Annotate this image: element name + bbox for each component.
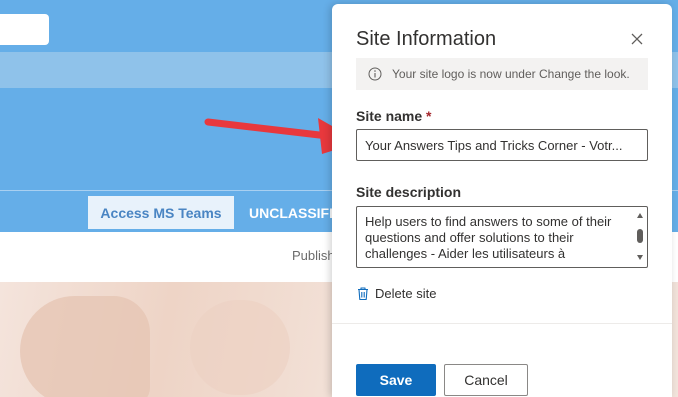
save-button[interactable]: Save [356, 364, 436, 396]
site-name-label: Site name * [356, 108, 431, 124]
scroll-down-icon[interactable] [637, 255, 643, 260]
delete-site-button[interactable]: Delete site [356, 286, 436, 301]
site-description-textarea[interactable]: Help users to find answers to some of th… [356, 206, 648, 268]
scroll-thumb[interactable] [637, 229, 643, 243]
site-description-text: Help users to find answers to some of th… [365, 214, 612, 261]
hero-image-detail [20, 296, 150, 397]
site-name-label-text: Site name [356, 108, 423, 124]
panel-title: Site Information [356, 28, 497, 50]
site-description-label: Site description [356, 184, 462, 200]
trash-icon [358, 287, 368, 301]
site-name-input[interactable] [356, 129, 648, 161]
access-ms-teams-button[interactable]: Access MS Teams [88, 196, 234, 229]
site-search-box[interactable] [0, 14, 49, 45]
cancel-button[interactable]: Cancel [444, 364, 528, 396]
delete-site-label: Delete site [375, 286, 437, 301]
info-message-text: Your site logo is now under Change the l… [392, 67, 630, 81]
panel-footer-divider [332, 323, 672, 324]
close-icon[interactable] [628, 30, 646, 48]
published-text: Publish [292, 248, 335, 263]
info-icon [368, 67, 382, 81]
site-information-panel: Site Information Your site logo is now u… [332, 4, 672, 397]
info-message-bar: Your site logo is now under Change the l… [356, 58, 648, 90]
description-scrollbar[interactable] [633, 207, 647, 267]
required-marker: * [426, 108, 432, 124]
scroll-up-icon[interactable] [637, 213, 643, 218]
hero-image-detail [190, 300, 290, 395]
